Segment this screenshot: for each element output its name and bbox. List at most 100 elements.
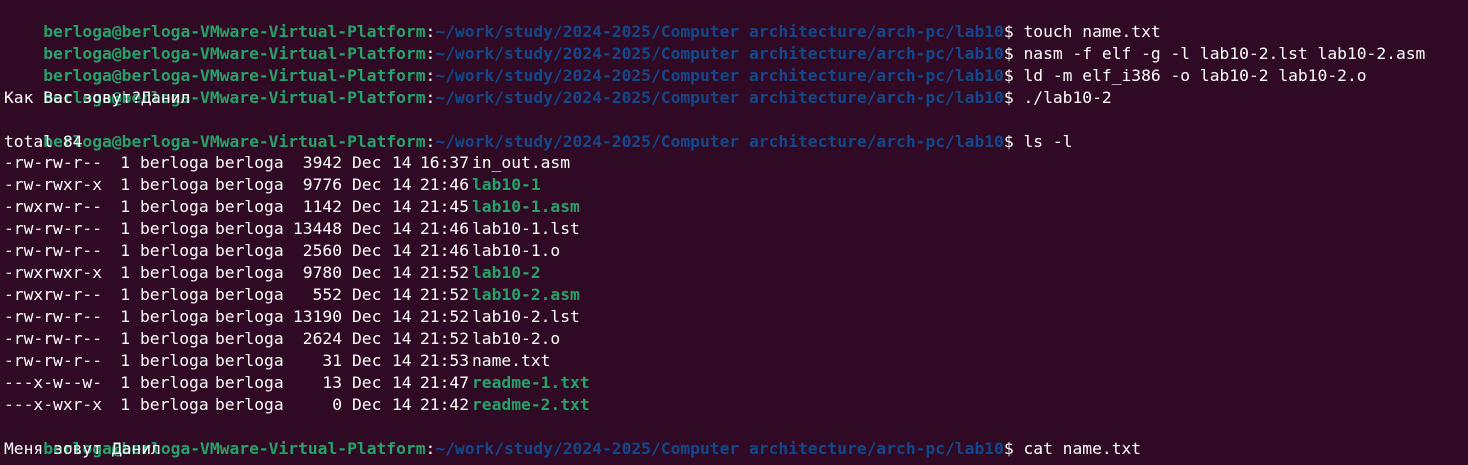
prompt-line: berloga@berloga-VMware-Virtual-Platform:… <box>4 416 1468 458</box>
file-name: name.txt <box>472 351 551 370</box>
file-time: 21:46 <box>420 219 470 238</box>
file-size: 13448 <box>292 219 342 238</box>
file-links: 1 <box>120 197 130 216</box>
ls-row: -rw-rw-r-- 1 berloga berloga 31 Dec 14 21:53 nam… <box>4 350 1468 372</box>
file-links: 1 <box>120 175 130 194</box>
file-month: Dec <box>352 351 382 370</box>
file-month: Dec <box>352 175 382 194</box>
prompt-user-host: berloga@berloga-VMware-Virtual-Platform <box>43 22 426 41</box>
file-size: 9776 <box>302 175 342 194</box>
file-permissions: -rwxrw-r-- <box>4 197 103 216</box>
file-size: 0 <box>332 395 342 414</box>
prompt-symbol: $ <box>1003 22 1024 41</box>
file-group: berloga <box>215 241 284 260</box>
file-day: 14 <box>392 395 412 414</box>
file-day: 14 <box>392 329 412 348</box>
file-size: 13190 <box>292 307 342 326</box>
file-permissions: ---x-w--w- <box>4 373 103 392</box>
file-owner: berloga <box>140 373 209 392</box>
prompt-separator: : <box>425 88 436 107</box>
file-month: Dec <box>352 241 382 260</box>
ls-row: -rw-rw-r-- 1 berloga berloga 2624 Dec 14 21:52 l… <box>4 328 1468 350</box>
file-time: 21:47 <box>420 373 470 392</box>
ls-row: -rw-rw-r-- 1 berloga berloga 13448 Dec 14 21:46… <box>4 218 1468 240</box>
file-name: readme-1.txt <box>472 373 590 392</box>
file-day: 14 <box>392 241 412 260</box>
file-permissions: -rw-rw-r-- <box>4 219 103 238</box>
file-group: berloga <box>215 285 284 304</box>
prompt-symbol: $ <box>1003 132 1024 151</box>
file-owner: berloga <box>140 395 209 414</box>
prompt-path: ~/work/study/2024-2025/Computer architec… <box>435 132 1004 151</box>
file-group: berloga <box>215 197 284 216</box>
file-size: 2560 <box>302 241 342 260</box>
file-size: 31 <box>322 351 342 370</box>
file-owner: berloga <box>140 153 209 172</box>
file-day: 14 <box>392 373 412 392</box>
file-month: Dec <box>352 329 382 348</box>
file-month: Dec <box>352 263 382 282</box>
file-name: readme-2.txt <box>472 395 590 414</box>
file-name: lab10-1.lst <box>472 219 580 238</box>
file-links: 1 <box>120 263 130 282</box>
file-time: 21:46 <box>420 241 470 260</box>
terminal-window[interactable]: berloga@berloga-VMware-Virtual-Platform:… <box>0 0 1468 465</box>
prompt-symbol: $ <box>1003 66 1024 85</box>
prompt-separator: : <box>425 22 436 41</box>
file-day: 14 <box>392 263 412 282</box>
file-month: Dec <box>352 373 382 392</box>
ls-row: -rw-rw-r-- 1 berloga berloga 13190 Dec 14 21:52… <box>4 306 1468 328</box>
file-owner: berloga <box>140 329 209 348</box>
file-day: 14 <box>392 153 412 172</box>
file-name: lab10-2 <box>472 263 541 282</box>
file-size: 9780 <box>302 263 342 282</box>
file-owner: berloga <box>140 263 209 282</box>
prompt-separator: : <box>425 132 436 151</box>
prompt-separator: : <box>425 44 436 63</box>
file-day: 14 <box>392 351 412 370</box>
file-time: 21:46 <box>420 175 470 194</box>
file-links: 1 <box>120 395 130 414</box>
prompt-user-host: berloga@berloga-VMware-Virtual-Platform <box>43 66 426 85</box>
file-month: Dec <box>352 197 382 216</box>
file-group: berloga <box>215 219 284 238</box>
file-time: 21:52 <box>420 285 470 304</box>
file-links: 1 <box>120 241 130 260</box>
prompt-path: ~/work/study/2024-2025/Computer architec… <box>435 22 1004 41</box>
file-name: lab10-1 <box>472 175 541 194</box>
prompt-path: ~/work/study/2024-2025/Computer architec… <box>435 88 1004 107</box>
file-group: berloga <box>215 175 284 194</box>
file-permissions: -rw-rw-r-- <box>4 241 103 260</box>
file-group: berloga <box>215 351 284 370</box>
file-group: berloga <box>215 307 284 326</box>
file-links: 1 <box>120 351 130 370</box>
file-name: lab10-1.asm <box>472 197 580 216</box>
file-month: Dec <box>352 219 382 238</box>
file-time: 21:52 <box>420 329 470 348</box>
file-size: 552 <box>312 285 342 304</box>
file-links: 1 <box>120 329 130 348</box>
file-day: 14 <box>392 219 412 238</box>
prompt-user-host: berloga@berloga-VMware-Virtual-Platform <box>43 44 426 63</box>
file-size: 13 <box>322 373 342 392</box>
file-owner: berloga <box>140 285 209 304</box>
prompt-user-host: berloga@berloga-VMware-Virtual-Platform <box>43 132 426 151</box>
file-links: 1 <box>120 373 130 392</box>
file-permissions: -rw-rw-r-- <box>4 307 103 326</box>
command-text: cat name.txt <box>1023 439 1142 458</box>
file-owner: berloga <box>140 241 209 260</box>
ls-row: -rwxrwxr-x 1 berloga berloga 9780 Dec 14 21:52 l… <box>4 262 1468 284</box>
file-permissions: -rwxrw-r-- <box>4 285 103 304</box>
file-time: 21:53 <box>420 351 470 370</box>
ls-row: -rwxrw-r-- 1 berloga berloga 552 Dec 14 21:52 la… <box>4 284 1468 306</box>
file-permissions: -rw-rw-r-- <box>4 153 103 172</box>
prompt-symbol: $ <box>1003 44 1024 63</box>
prompt-path: ~/work/study/2024-2025/Computer architec… <box>435 44 1004 63</box>
prompt-path: ~/work/study/2024-2025/Computer architec… <box>435 439 1004 458</box>
file-name: in_out.asm <box>472 153 571 172</box>
file-month: Dec <box>352 153 382 172</box>
file-owner: berloga <box>140 351 209 370</box>
file-time: 21:45 <box>420 197 470 216</box>
file-group: berloga <box>215 395 284 414</box>
prompt-symbol: $ <box>1003 88 1024 107</box>
